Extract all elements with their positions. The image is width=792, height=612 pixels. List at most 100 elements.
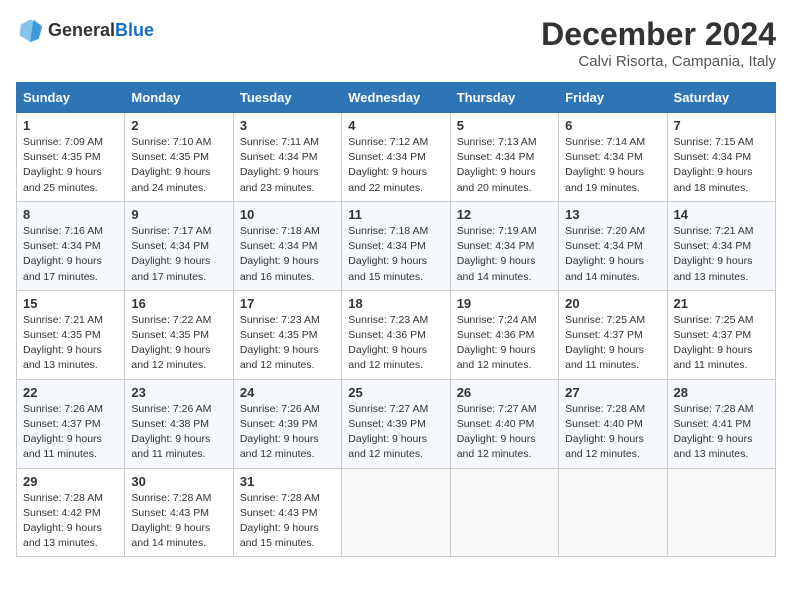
weekday-header: Tuesday — [233, 83, 341, 113]
page-header: General Blue December 2024 Calvi Risorta… — [16, 16, 776, 70]
day-info: Sunrise: 7:21 AM Sunset: 4:35 PM Dayligh… — [23, 313, 118, 374]
calendar-cell: 9 Sunrise: 7:17 AM Sunset: 4:34 PM Daylig… — [125, 201, 233, 290]
calendar-cell: 4 Sunrise: 7:12 AM Sunset: 4:34 PM Daylig… — [342, 113, 450, 202]
weekday-header: Monday — [125, 83, 233, 113]
calendar-cell: 1Sunrise: 7:09 AM Sunset: 4:35 PM Daylig… — [17, 113, 125, 202]
day-info: Sunrise: 7:25 AM Sunset: 4:37 PM Dayligh… — [565, 313, 660, 374]
location-title: Calvi Risorta, Campania, Italy — [541, 53, 776, 70]
day-info: Sunrise: 7:23 AM Sunset: 4:35 PM Dayligh… — [240, 313, 335, 374]
calendar-cell: 6 Sunrise: 7:14 AM Sunset: 4:34 PM Daylig… — [559, 113, 667, 202]
day-number: 2 — [131, 118, 226, 133]
calendar-cell: 5Sunrise: 7:13 AM Sunset: 4:34 PM Daylig… — [450, 113, 558, 202]
weekday-header: Sunday — [17, 83, 125, 113]
day-number: 11 — [348, 207, 443, 222]
day-info: Sunrise: 7:14 AM Sunset: 4:34 PM Dayligh… — [565, 135, 660, 196]
day-number: 9 — [131, 207, 226, 222]
day-number: 4 — [348, 118, 443, 133]
day-info: Sunrise: 7:26 AM Sunset: 4:39 PM Dayligh… — [240, 402, 335, 463]
weekday-header: Thursday — [450, 83, 558, 113]
calendar-cell: 21Sunrise: 7:25 AM Sunset: 4:37 PM Dayli… — [667, 290, 775, 379]
day-number: 30 — [131, 474, 226, 489]
day-info: Sunrise: 7:21 AM Sunset: 4:34 PM Dayligh… — [674, 224, 769, 285]
calendar-cell: 27 Sunrise: 7:28 AM Sunset: 4:40 PM Dayli… — [559, 379, 667, 468]
calendar-cell: 3Sunrise: 7:11 AM Sunset: 4:34 PM Daylig… — [233, 113, 341, 202]
calendar-cell: 31 Sunrise: 7:28 AM Sunset: 4:43 PM Dayli… — [233, 468, 341, 557]
calendar-week-row: 22 Sunrise: 7:26 AM Sunset: 4:37 PM Dayli… — [17, 379, 776, 468]
day-number: 16 — [131, 296, 226, 311]
day-info: Sunrise: 7:28 AM Sunset: 4:43 PM Dayligh… — [131, 491, 226, 552]
calendar-week-row: 15 Sunrise: 7:21 AM Sunset: 4:35 PM Dayli… — [17, 290, 776, 379]
day-info: Sunrise: 7:10 AM Sunset: 4:35 PM Dayligh… — [131, 135, 226, 196]
day-number: 10 — [240, 207, 335, 222]
day-info: Sunrise: 7:12 AM Sunset: 4:34 PM Dayligh… — [348, 135, 443, 196]
calendar-cell: 11 Sunrise: 7:18 AM Sunset: 4:34 PM Dayli… — [342, 201, 450, 290]
day-info: Sunrise: 7:23 AM Sunset: 4:36 PM Dayligh… — [348, 313, 443, 374]
day-info: Sunrise: 7:20 AM Sunset: 4:34 PM Dayligh… — [565, 224, 660, 285]
calendar-week-row: 29 Sunrise: 7:28 AM Sunset: 4:42 PM Dayli… — [17, 468, 776, 557]
calendar-cell — [559, 468, 667, 557]
day-info: Sunrise: 7:19 AM Sunset: 4:34 PM Dayligh… — [457, 224, 552, 285]
day-number: 22 — [23, 385, 118, 400]
calendar-cell: 20 Sunrise: 7:25 AM Sunset: 4:37 PM Dayli… — [559, 290, 667, 379]
calendar-cell: 2 Sunrise: 7:10 AM Sunset: 4:35 PM Daylig… — [125, 113, 233, 202]
calendar-cell: 19 Sunrise: 7:24 AM Sunset: 4:36 PM Dayli… — [450, 290, 558, 379]
day-info: Sunrise: 7:28 AM Sunset: 4:40 PM Dayligh… — [565, 402, 660, 463]
day-number: 23 — [131, 385, 226, 400]
day-number: 14 — [674, 207, 769, 222]
day-info: Sunrise: 7:24 AM Sunset: 4:36 PM Dayligh… — [457, 313, 552, 374]
day-number: 6 — [565, 118, 660, 133]
month-title: December 2024 — [541, 16, 776, 53]
title-area: December 2024 Calvi Risorta, Campania, I… — [541, 16, 776, 70]
calendar-cell: 12 Sunrise: 7:19 AM Sunset: 4:34 PM Dayli… — [450, 201, 558, 290]
calendar-cell: 7 Sunrise: 7:15 AM Sunset: 4:34 PM Daylig… — [667, 113, 775, 202]
day-info: Sunrise: 7:26 AM Sunset: 4:38 PM Dayligh… — [131, 402, 226, 463]
calendar-cell: 18Sunrise: 7:23 AM Sunset: 4:36 PM Dayli… — [342, 290, 450, 379]
logo-general: General — [48, 20, 115, 41]
calendar-cell: 15 Sunrise: 7:21 AM Sunset: 4:35 PM Dayli… — [17, 290, 125, 379]
day-number: 24 — [240, 385, 335, 400]
logo-icon — [16, 16, 44, 44]
day-number: 27 — [565, 385, 660, 400]
day-info: Sunrise: 7:28 AM Sunset: 4:41 PM Dayligh… — [674, 402, 769, 463]
day-number: 29 — [23, 474, 118, 489]
day-number: 13 — [565, 207, 660, 222]
calendar-cell: 14 Sunrise: 7:21 AM Sunset: 4:34 PM Dayli… — [667, 201, 775, 290]
calendar-week-row: 8Sunrise: 7:16 AM Sunset: 4:34 PM Daylig… — [17, 201, 776, 290]
day-info: Sunrise: 7:18 AM Sunset: 4:34 PM Dayligh… — [348, 224, 443, 285]
day-number: 5 — [457, 118, 552, 133]
day-info: Sunrise: 7:27 AM Sunset: 4:39 PM Dayligh… — [348, 402, 443, 463]
day-number: 31 — [240, 474, 335, 489]
calendar-cell: 8Sunrise: 7:16 AM Sunset: 4:34 PM Daylig… — [17, 201, 125, 290]
day-info: Sunrise: 7:25 AM Sunset: 4:37 PM Dayligh… — [674, 313, 769, 374]
calendar-cell: 17 Sunrise: 7:23 AM Sunset: 4:35 PM Dayli… — [233, 290, 341, 379]
day-info: Sunrise: 7:17 AM Sunset: 4:34 PM Dayligh… — [131, 224, 226, 285]
day-number: 17 — [240, 296, 335, 311]
calendar-cell: 25 Sunrise: 7:27 AM Sunset: 4:39 PM Dayli… — [342, 379, 450, 468]
day-number: 1 — [23, 118, 118, 133]
day-number: 12 — [457, 207, 552, 222]
calendar-table: SundayMondayTuesdayWednesdayThursdayFrid… — [16, 82, 776, 557]
day-info: Sunrise: 7:15 AM Sunset: 4:34 PM Dayligh… — [674, 135, 769, 196]
day-info: Sunrise: 7:16 AM Sunset: 4:34 PM Dayligh… — [23, 224, 118, 285]
calendar-cell — [342, 468, 450, 557]
calendar-cell: 28 Sunrise: 7:28 AM Sunset: 4:41 PM Dayli… — [667, 379, 775, 468]
day-number: 20 — [565, 296, 660, 311]
day-info: Sunrise: 7:22 AM Sunset: 4:35 PM Dayligh… — [131, 313, 226, 374]
day-number: 7 — [674, 118, 769, 133]
day-number: 25 — [348, 385, 443, 400]
calendar-week-row: 1Sunrise: 7:09 AM Sunset: 4:35 PM Daylig… — [17, 113, 776, 202]
day-info: Sunrise: 7:28 AM Sunset: 4:43 PM Dayligh… — [240, 491, 335, 552]
weekday-header: Wednesday — [342, 83, 450, 113]
weekday-header: Saturday — [667, 83, 775, 113]
day-number: 15 — [23, 296, 118, 311]
day-info: Sunrise: 7:28 AM Sunset: 4:42 PM Dayligh… — [23, 491, 118, 552]
calendar-cell: 22 Sunrise: 7:26 AM Sunset: 4:37 PM Dayli… — [17, 379, 125, 468]
calendar-cell: 29 Sunrise: 7:28 AM Sunset: 4:42 PM Dayli… — [17, 468, 125, 557]
day-info: Sunrise: 7:18 AM Sunset: 4:34 PM Dayligh… — [240, 224, 335, 285]
calendar-cell — [450, 468, 558, 557]
day-number: 28 — [674, 385, 769, 400]
calendar-cell: 16 Sunrise: 7:22 AM Sunset: 4:35 PM Dayli… — [125, 290, 233, 379]
day-number: 19 — [457, 296, 552, 311]
calendar-cell: 26Sunrise: 7:27 AM Sunset: 4:40 PM Dayli… — [450, 379, 558, 468]
day-info: Sunrise: 7:26 AM Sunset: 4:37 PM Dayligh… — [23, 402, 118, 463]
